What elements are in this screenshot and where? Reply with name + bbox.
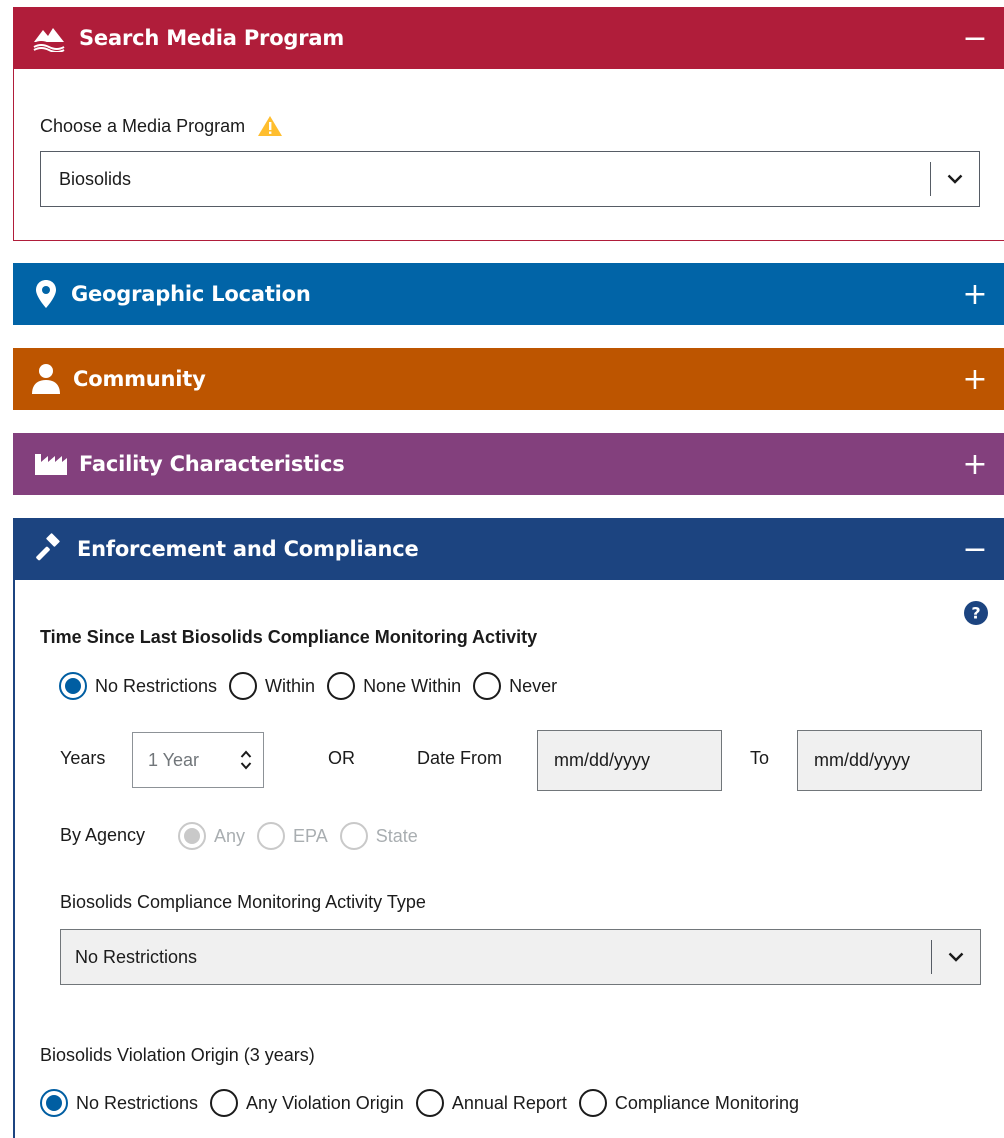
factory-icon xyxy=(33,447,69,481)
radio-violation-no-restrictions[interactable]: No Restrictions xyxy=(40,1089,198,1117)
geographic-location-header[interactable]: Geographic Location + xyxy=(13,263,1004,325)
radio-circle[interactable] xyxy=(473,672,502,700)
radio-label: No Restrictions xyxy=(76,1092,199,1113)
radio-label: State xyxy=(375,825,418,846)
collapse-toggle[interactable]: − xyxy=(946,532,1004,567)
collapse-toggle[interactable]: − xyxy=(946,21,1004,56)
panel-title: Facility Characteristics xyxy=(79,452,345,476)
radio-violation-any-origin[interactable]: Any Violation Origin xyxy=(210,1089,404,1117)
activity-type-label: Biosolids Compliance Monitoring Activity… xyxy=(60,892,426,912)
gavel-icon xyxy=(31,532,67,566)
panel-title: Search Media Program xyxy=(79,26,345,50)
to-label: To xyxy=(750,748,770,768)
compliance-heading: Time Since Last Biosolids Compliance Mon… xyxy=(40,627,538,647)
radio-circle[interactable] xyxy=(578,1089,607,1117)
or-label: OR xyxy=(328,748,355,768)
years-value: 1 Year xyxy=(148,749,200,770)
person-icon xyxy=(29,362,63,396)
radio-never[interactable]: Never xyxy=(473,672,557,700)
panel-title: Community xyxy=(73,367,206,391)
violation-origin-radio-group: No Restrictions Any Violation Origin Ann… xyxy=(40,1089,811,1117)
facility-characteristics-header[interactable]: Facility Characteristics + xyxy=(13,433,1004,495)
spinner-arrows-icon[interactable] xyxy=(229,749,263,771)
agency-radio-group: Any EPA State xyxy=(178,822,430,850)
enforcement-compliance-header[interactable]: Enforcement and Compliance − xyxy=(13,518,1004,580)
radio-circle[interactable] xyxy=(229,672,258,700)
time-restriction-radio-group: No Restrictions Within None Within Never xyxy=(59,672,569,700)
date-to-input[interactable]: mm/dd/yyyy xyxy=(797,730,982,791)
radio-none-within[interactable]: None Within xyxy=(327,672,461,700)
date-from-label: Date From xyxy=(417,748,503,768)
radio-circle[interactable] xyxy=(210,1089,239,1117)
radio-circle[interactable] xyxy=(327,672,356,700)
panel-title: Geographic Location xyxy=(71,282,311,306)
media-program-selected: Biosolids xyxy=(59,168,132,189)
question-icon[interactable]: ? xyxy=(963,600,989,631)
radio-circle[interactable] xyxy=(415,1089,444,1117)
radio-agency-epa[interactable]: EPA xyxy=(257,822,328,850)
radio-label: Annual Report xyxy=(451,1092,567,1113)
chevron-down-icon[interactable] xyxy=(931,174,979,184)
radio-label: EPA xyxy=(293,825,328,846)
agency-label: By Agency xyxy=(60,825,146,845)
radio-violation-annual-report[interactable]: Annual Report xyxy=(415,1089,567,1117)
radio-no-restrictions[interactable]: No Restrictions xyxy=(59,672,217,700)
radio-violation-compliance-monitoring[interactable]: Compliance Monitoring xyxy=(578,1089,799,1117)
radio-circle[interactable] xyxy=(59,672,87,700)
svg-text:?: ? xyxy=(971,604,980,623)
radio-within[interactable]: Within xyxy=(229,672,315,700)
years-label: Years xyxy=(60,748,106,768)
date-from-input[interactable]: mm/dd/yyyy xyxy=(537,730,722,791)
radio-label: Any Violation Origin xyxy=(246,1092,404,1113)
radio-circle[interactable] xyxy=(178,822,206,850)
mountain-logo-icon xyxy=(29,21,69,55)
radio-label: Any xyxy=(214,825,246,846)
radio-agency-state[interactable]: State xyxy=(339,822,418,850)
expand-toggle[interactable]: + xyxy=(946,447,1004,482)
radio-circle[interactable] xyxy=(40,1089,68,1117)
expand-toggle[interactable]: + xyxy=(946,362,1004,397)
violation-origin-label: Biosolids Violation Origin (3 years) xyxy=(40,1045,315,1065)
radio-circle[interactable] xyxy=(339,822,368,850)
media-program-select[interactable]: Biosolids xyxy=(40,151,980,207)
warning-icon xyxy=(257,115,283,137)
activity-type-selected: No Restrictions xyxy=(75,946,198,967)
panel-title: Enforcement and Compliance xyxy=(77,537,419,561)
search-media-program-body: Choose a Media Program Biosolids xyxy=(13,67,1004,241)
map-pin-icon xyxy=(31,277,61,311)
radio-circle[interactable] xyxy=(257,822,286,850)
expand-toggle[interactable]: + xyxy=(946,277,1004,312)
radio-label: Compliance Monitoring xyxy=(614,1092,799,1113)
chevron-down-icon[interactable] xyxy=(932,952,980,962)
radio-label: No Restrictions xyxy=(95,675,218,696)
search-media-program-header[interactable]: Search Media Program − xyxy=(13,7,1004,69)
media-program-label: Choose a Media Program xyxy=(40,115,246,136)
enforcement-compliance-body: ? Time Since Last Biosolids Compliance M… xyxy=(13,580,1004,1138)
community-header[interactable]: Community + xyxy=(13,348,1004,410)
years-spinner[interactable]: 1 Year xyxy=(132,732,264,788)
radio-label: Within xyxy=(265,675,316,696)
activity-type-select[interactable]: No Restrictions xyxy=(60,929,981,985)
radio-label: Never xyxy=(509,675,558,696)
media-program-label-row: Choose a Media Program xyxy=(40,115,283,137)
radio-label: None Within xyxy=(363,675,462,696)
radio-agency-any[interactable]: Any xyxy=(178,822,245,850)
